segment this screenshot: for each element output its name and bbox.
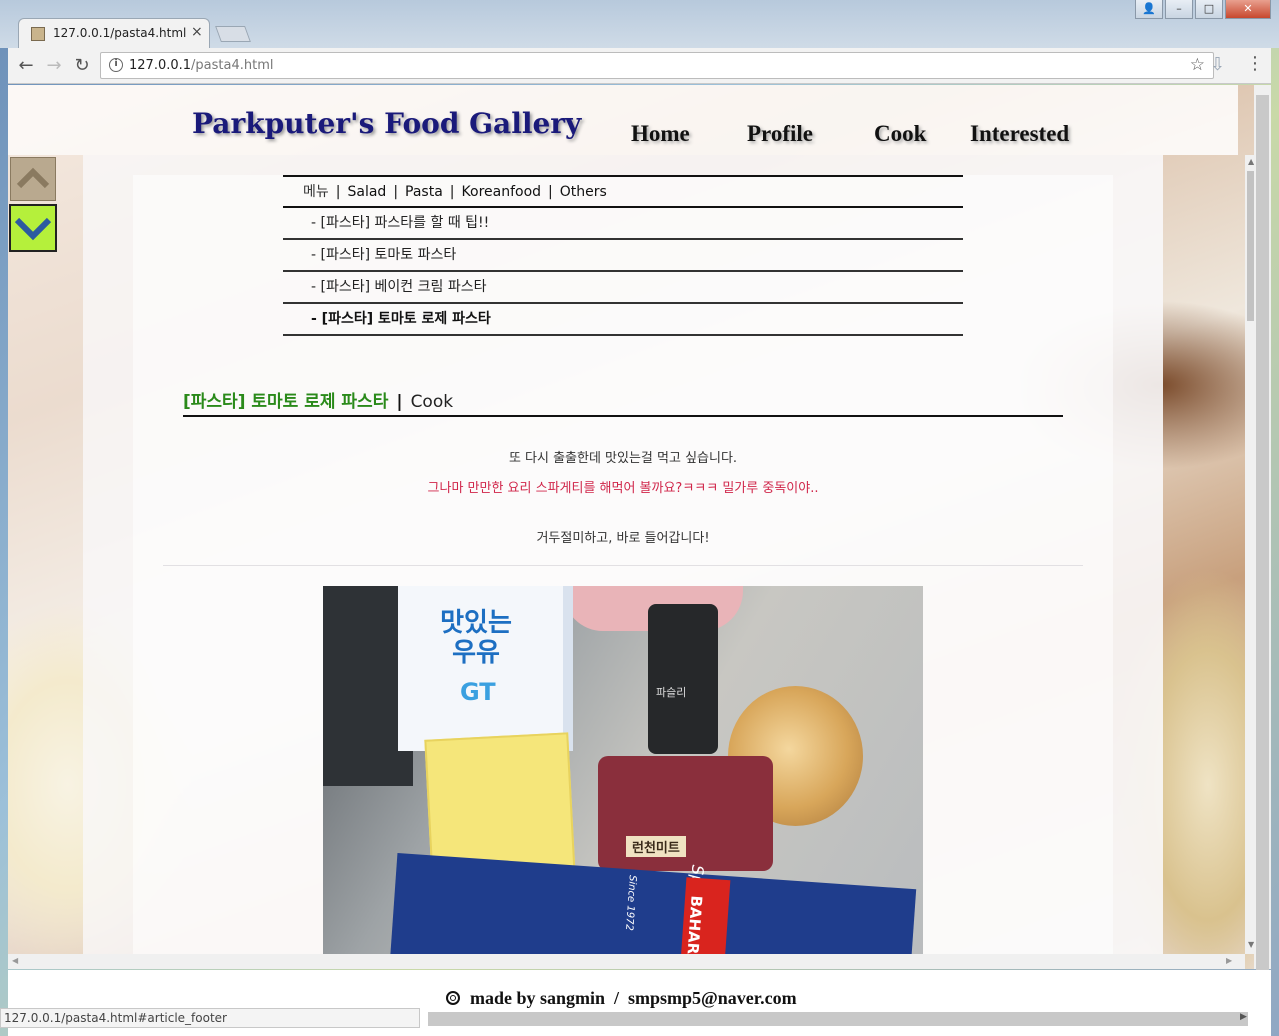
url-text[interactable]: 127.0.0.1/pasta4.html <box>129 58 273 73</box>
bullseye-icon <box>446 991 460 1005</box>
bookmark-star-icon[interactable]: ☆ <box>1190 55 1205 75</box>
menu-item-tomato-pasta[interactable]: - [파스타] 토마토 파스타 <box>283 240 963 272</box>
tab-active[interactable]: 127.0.0.1/pasta4.html × <box>18 18 210 48</box>
menu-item-bacon-cream-pasta[interactable]: - [파스타] 베이컨 크림 파스타 <box>283 272 963 304</box>
scroll-right-arrow-icon[interactable]: ▶ <box>1226 956 1232 965</box>
url-path: /pasta4.html <box>191 58 274 73</box>
photo-luncheon-can: 런천미트 <box>598 756 773 871</box>
reload-icon[interactable]: ↻ <box>70 54 94 78</box>
maximize-button[interactable]: □ <box>1195 0 1223 19</box>
page-viewport: Parkputer's Food Gallery Home Profile Co… <box>8 85 1271 969</box>
menu-header: 메뉴 | Salad | Pasta | Koreanfood | Others <box>283 175 963 208</box>
title-separator: | <box>396 392 403 412</box>
scroll-left-arrow-icon[interactable]: ◀ <box>12 956 18 965</box>
article-line-1: 또 다시 출출한데 맛있는걸 먹고 싶습니다. <box>508 451 738 466</box>
article-line-2: 그나마 만만한 요리 스파게티를 해먹어 볼까요?ㅋㅋㅋ 밀가루 중독이야.. <box>427 481 819 496</box>
browser-menu-icon[interactable]: ⋮ <box>1246 53 1264 74</box>
status-bar: 127.0.0.1/pasta4.html#article_footer <box>0 1008 420 1028</box>
article-title: [파스타] 토마토 로제 파스타 | Cook <box>183 387 1063 417</box>
divider <box>163 565 1083 566</box>
back-arrow-icon[interactable]: ← <box>14 54 38 78</box>
nav-home[interactable]: Home <box>631 121 690 147</box>
site-title[interactable]: Parkputer's Food Gallery <box>192 107 581 140</box>
chevron-up-icon <box>16 167 50 189</box>
browser-toolbar: ← → ↻ i 127.0.0.1/pasta4.html ☆ ⇩ ⋮ <box>8 48 1271 84</box>
user-icon[interactable]: 👤 <box>1135 0 1163 19</box>
left-gutter <box>8 155 83 969</box>
photo-milk-sub: GT <box>460 678 496 706</box>
article-line-3: 거두절미하고, 바로 들어갑니다! <box>536 531 710 546</box>
nav-profile[interactable]: Profile <box>747 121 813 147</box>
menu-item-tomato-rose-pasta[interactable]: - [파스타] 토마토 로제 파스타 <box>283 304 963 336</box>
page-vertical-scrollbar[interactable] <box>1254 85 1271 975</box>
browser-window: 127.0.0.1/pasta4.html × 👤 – □ ✕ ← → ↻ i … <box>0 0 1279 1036</box>
forward-arrow-icon[interactable]: → <box>42 54 66 78</box>
photo-can-label: 런천미트 <box>626 836 686 857</box>
chevron-down-icon <box>14 217 52 241</box>
footer-text: made by sangmin / smpsmp5@naver.com <box>470 988 797 1008</box>
photo-pasta-brand: BAHAR <box>683 894 706 955</box>
info-icon[interactable]: i <box>109 58 123 72</box>
tab-close-icon[interactable]: × <box>191 24 203 40</box>
menu-link-koreanfood[interactable]: Koreanfood <box>462 184 542 200</box>
new-tab-button[interactable] <box>215 26 251 42</box>
article-category-title: [파스타] 토마토 로제 파스타 <box>183 392 389 412</box>
photo-jar-label: 파슬리 <box>656 686 687 699</box>
nav-cook[interactable]: Cook <box>874 121 926 147</box>
window-controls: 👤 – □ ✕ <box>1135 0 1271 20</box>
menu-item-pasta-tips[interactable]: - [파스타] 파스타를 할 때 팁!! <box>283 208 963 240</box>
page-horizontal-scrollbar[interactable] <box>428 1012 1248 1026</box>
download-icon[interactable]: ⇩ <box>1210 54 1225 75</box>
scroll-up-button[interactable] <box>10 157 56 201</box>
address-bar[interactable]: i 127.0.0.1/pasta4.html ☆ <box>100 52 1214 79</box>
nav-interested[interactable]: Interested <box>970 121 1069 147</box>
menu-separator: | <box>449 184 455 200</box>
url-host: 127.0.0.1 <box>129 58 192 73</box>
menu-separator: | <box>335 184 341 200</box>
article-section: Cook <box>410 392 454 412</box>
page-scroll-right-icon[interactable]: ▶ <box>1240 1012 1247 1022</box>
photo-parsley-jar: 파슬리 <box>648 604 718 754</box>
menu-link-others[interactable]: Others <box>560 184 607 200</box>
inner-horizontal-scrollbar[interactable]: ◀ ▶ <box>8 954 1245 969</box>
photo-pasta-since: Since 1972 <box>623 874 638 932</box>
ingredients-photo: 맛있는 우유 GT 파슬리 런천미트 Spaghetti Since 1972 … <box>323 586 923 969</box>
tab-strip: 127.0.0.1/pasta4.html × 👤 – □ ✕ <box>0 0 1279 48</box>
scroll-down-button[interactable] <box>9 204 57 252</box>
menu-separator: | <box>548 184 553 200</box>
menu-label: 메뉴 <box>303 184 329 200</box>
menu-link-salad[interactable]: Salad <box>347 184 386 200</box>
menu-link-pasta[interactable]: Pasta <box>405 184 443 200</box>
footer-credit: made by sangmin / smpsmp5@naver.com <box>446 988 797 1009</box>
category-menu: 메뉴 | Salad | Pasta | Koreanfood | Others - [파스타]… <box>283 175 963 336</box>
tab-title: 127.0.0.1/pasta4.html <box>53 26 187 40</box>
photo-milk-carton: 맛있는 우유 GT <box>398 586 573 751</box>
favicon-icon <box>31 27 45 41</box>
menu-separator: | <box>393 184 399 200</box>
close-button[interactable]: ✕ <box>1225 0 1271 19</box>
minimize-button[interactable]: – <box>1165 0 1193 19</box>
photo-milk-brand: 맛있는 우유 <box>440 608 512 668</box>
page-scroll-thumb[interactable] <box>1256 95 1269 975</box>
